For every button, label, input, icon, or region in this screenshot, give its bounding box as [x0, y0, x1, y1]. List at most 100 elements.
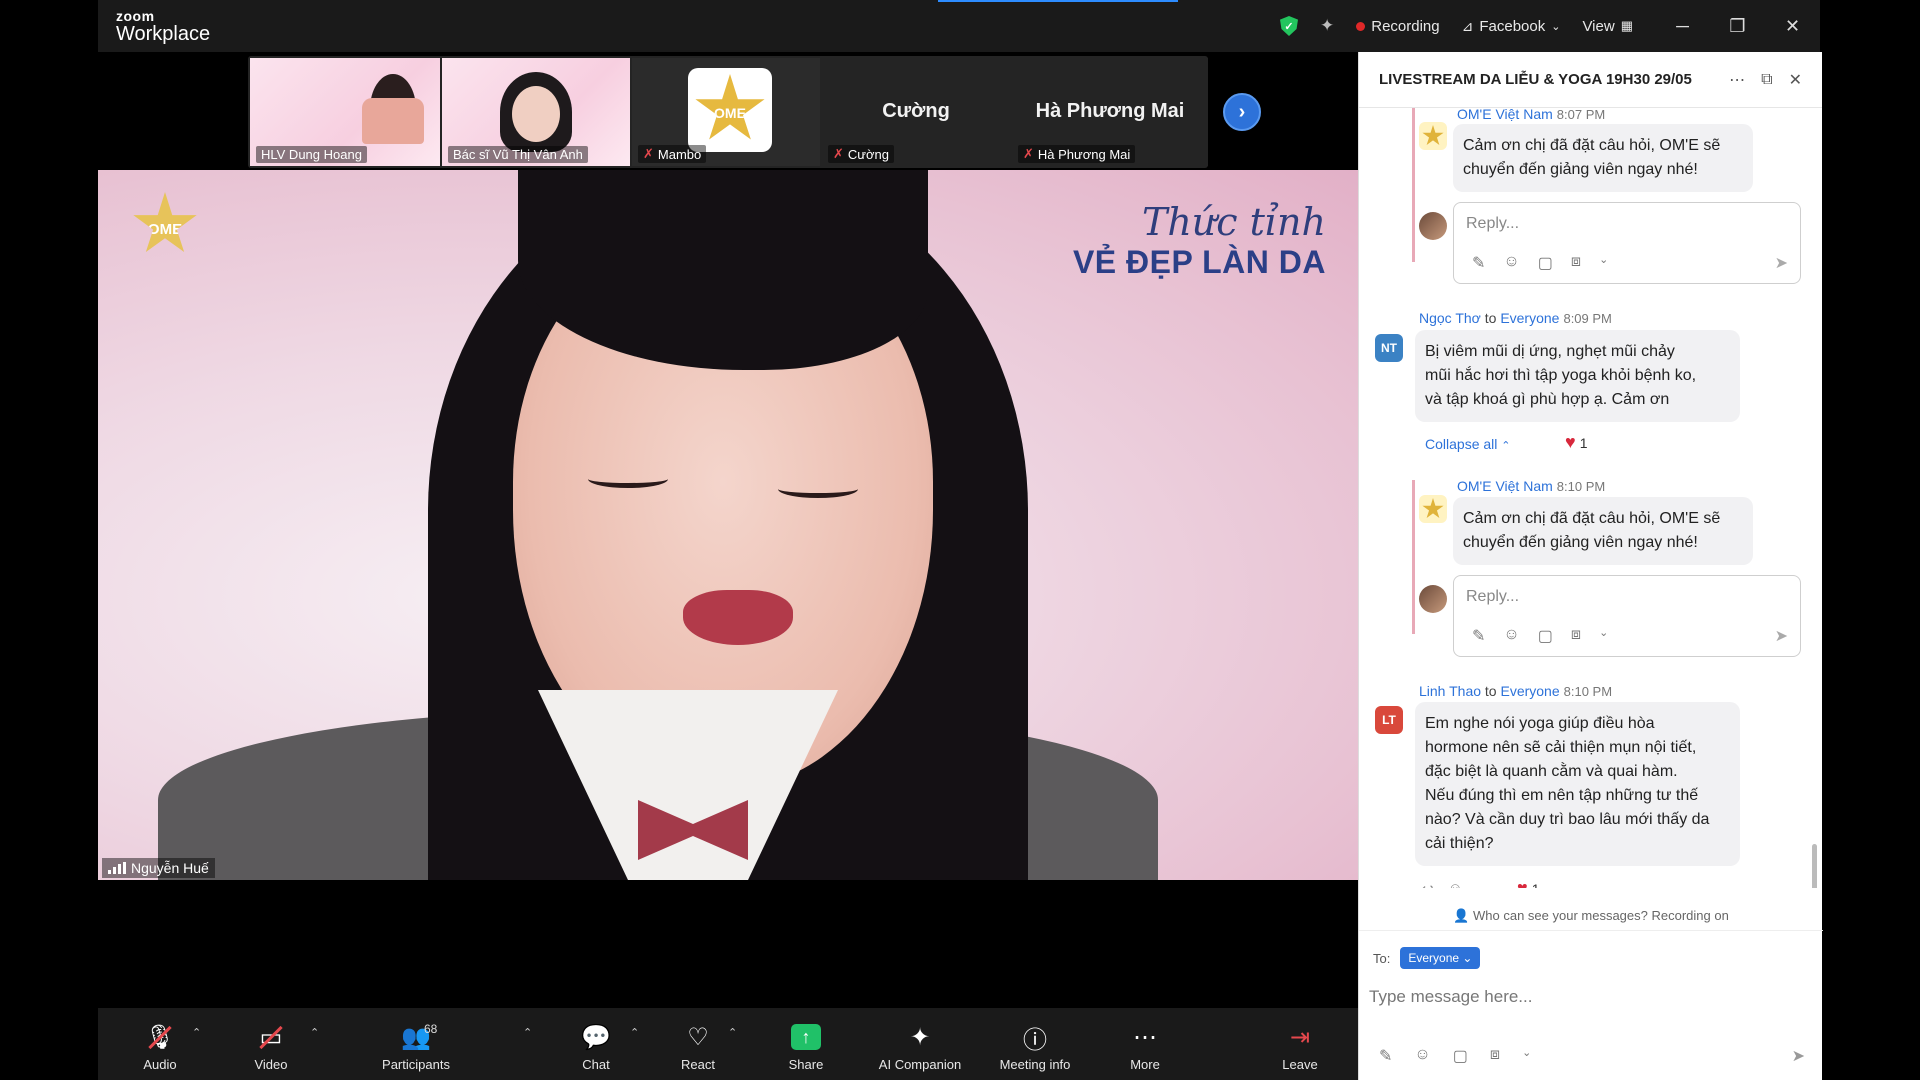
chevron-down-icon[interactable]: ⌄ [1522, 1046, 1531, 1066]
speaker-name-tag: Nguyễn Huế [102, 858, 215, 878]
share-button[interactable]: ↑ Share [756, 1020, 856, 1072]
participant-tile[interactable]: Hà Phương Mai ✗ Hà Phương Mai [1012, 58, 1208, 166]
chevron-down-icon: ⌄ [1551, 20, 1561, 33]
scrollbar-thumb[interactable] [1812, 844, 1817, 888]
record-dot-icon [1356, 21, 1366, 31]
format-icon[interactable]: ✎ [1379, 1046, 1392, 1066]
send-icon[interactable]: ➤ [1775, 626, 1788, 646]
message-bubble[interactable]: Bị viêm mũi dị ứng, nghẹt mũi chảy mũi h… [1415, 330, 1740, 422]
next-page-button[interactable]: › [1223, 93, 1261, 131]
pop-out-icon[interactable]: ⧉ [1761, 71, 1772, 89]
minimize-icon: ─ [1676, 15, 1689, 36]
message-actions: ↩ ☺ ⋯ [1421, 880, 1492, 888]
minimize-button[interactable]: ─ [1655, 0, 1710, 52]
avatar[interactable] [1419, 122, 1447, 150]
ai-companion-button[interactable]: ✦ AI Companion [870, 1020, 970, 1073]
recipient-name[interactable]: Everyone [1500, 310, 1559, 326]
close-icon[interactable]: ✕ [1789, 70, 1802, 90]
emoji-icon[interactable]: ☺ [1503, 626, 1519, 646]
reaction-heart[interactable]: ♥1 [1517, 878, 1539, 888]
message-bubble[interactable]: Cảm ơn chị đã đặt câu hỏi, OM'E sẽ chuyể… [1453, 124, 1753, 192]
more-button[interactable]: ⋯ More [1095, 1020, 1195, 1073]
chevron-down-icon[interactable]: ⌄ [1599, 253, 1608, 273]
people-icon: 👤 [1453, 908, 1470, 923]
view-menu[interactable]: View ▦ [1582, 18, 1633, 35]
react-options-caret[interactable]: ⌃ [728, 1026, 737, 1039]
chevron-down-icon[interactable]: ⌄ [1599, 626, 1608, 646]
recipient-name[interactable]: Everyone [1500, 683, 1559, 699]
screenshot-icon[interactable]: ⧈ [1490, 1046, 1500, 1066]
participants-button[interactable]: 👥 68 Participants [366, 1020, 466, 1072]
sender-name[interactable]: OM'E Việt Nam [1457, 108, 1553, 122]
message-list: OM'E Việt Nam 8:07 PM Cảm ơn chị đã đặt c… [1359, 108, 1823, 888]
mic-muted-icon: ✗ [1023, 146, 1034, 161]
message-input[interactable]: Type message here... [1369, 987, 1532, 1007]
message-bubble[interactable]: Cảm ơn chị đã đặt câu hỏi, OM'E sẽ chuyể… [1453, 497, 1753, 565]
screenshot-icon[interactable]: ⧈ [1571, 626, 1581, 646]
mic-muted-icon: ✗ [833, 146, 844, 161]
meeting-info-button[interactable]: ⓘ Meeting info [985, 1020, 1085, 1073]
recipient-dropdown[interactable]: Everyone ⌄ [1400, 947, 1481, 969]
sender-name[interactable]: Linh Thao [1419, 683, 1481, 699]
reply-icon[interactable]: ↩ [1421, 880, 1434, 888]
visibility-note[interactable]: 👤 Who can see your messages? Recording o… [1359, 908, 1823, 924]
reply-input[interactable]: Reply... ✎ ☺ ▢ ⧈ ⌄ ➤ [1453, 575, 1801, 657]
leave-button[interactable]: ⇥ Leave [1250, 1020, 1350, 1073]
recording-status[interactable]: Recording [1356, 17, 1440, 35]
emoji-icon[interactable]: ☺ [1503, 253, 1519, 273]
close-window-button[interactable]: ✕ [1765, 0, 1820, 52]
participant-name: ✗ Cường [828, 145, 894, 163]
participants-options-caret[interactable]: ⌃ [523, 1026, 532, 1039]
avatar[interactable]: NT [1375, 334, 1403, 362]
chat-options-caret[interactable]: ⌃ [630, 1026, 639, 1039]
participant-tile[interactable]: OME ✗ Mambo [632, 58, 820, 166]
chevron-right-icon: › [1238, 100, 1246, 123]
sender-name[interactable]: Ngọc Thơ [1419, 310, 1481, 326]
participant-strip: HLV Dung Hoang Bác sĩ Vũ Thị Vân Anh OME… [248, 56, 1261, 168]
audio-options-caret[interactable]: ⌃ [192, 1026, 201, 1039]
file-icon[interactable]: ▢ [1538, 626, 1553, 646]
screenshot-icon[interactable]: ⧈ [1571, 253, 1581, 273]
recording-label: Recording [1371, 17, 1440, 35]
message-bubble[interactable]: Em nghe nói yoga giúp điều hòa hormone n… [1415, 702, 1740, 866]
sender-name[interactable]: OM'E Việt Nam [1457, 478, 1553, 494]
ai-sparkle[interactable]: ✦ [1320, 16, 1334, 36]
participant-name: ✗ Hà Phương Mai [1018, 145, 1136, 163]
participant-tile[interactable]: Bác sĩ Vũ Thị Vân Anh [442, 58, 630, 166]
ome-logo: OME [133, 192, 197, 253]
reaction-heart[interactable]: ♥1 [1565, 432, 1587, 453]
send-icon[interactable]: ➤ [1775, 253, 1788, 273]
participant-tile[interactable]: Cường ✗ Cường [822, 58, 1010, 166]
participant-tile[interactable]: HLV Dung Hoang [250, 58, 440, 166]
more-options-icon[interactable]: ⋯ [1729, 70, 1745, 90]
title-bar: zoom Workplace ✓ ✦ Recording ⊿ Facebook … [98, 0, 1820, 52]
file-icon[interactable]: ▢ [1453, 1046, 1468, 1066]
emoji-icon[interactable]: ☺ [1414, 1046, 1430, 1066]
send-icon[interactable]: ➤ [1792, 1046, 1805, 1066]
video-options-caret[interactable]: ⌃ [310, 1026, 319, 1039]
more-icon[interactable]: ⋯ [1477, 880, 1492, 888]
restore-icon: ❐ [1729, 15, 1746, 36]
security-shield[interactable]: ✓ [1280, 16, 1298, 36]
message-header: OM'E Việt Nam 8:10 PM [1457, 478, 1606, 494]
avatar [1419, 212, 1447, 240]
file-icon[interactable]: ▢ [1538, 253, 1553, 273]
message-header: OM'E Việt Nam 8:07 PM [1457, 108, 1605, 122]
active-speaker-video[interactable]: OME Thức tỉnh VẺ ĐẸP LÀN DA Nguyễn Huế [98, 170, 1358, 880]
participant-display-name: Hà Phương Mai [1035, 100, 1185, 122]
video-button[interactable]: ▭ Video [221, 1020, 321, 1073]
participant-display-name: Cường [882, 100, 950, 122]
avatar[interactable] [1419, 495, 1447, 523]
restore-button[interactable]: ❐ [1710, 0, 1765, 52]
shield-icon: ✓ [1280, 16, 1298, 36]
info-icon: ⓘ [1023, 1026, 1047, 1054]
heart-icon: ♥ [1565, 432, 1576, 452]
format-icon[interactable]: ✎ [1472, 253, 1485, 273]
avatar[interactable]: LT [1375, 706, 1403, 734]
add-reaction-icon[interactable]: ☺ [1448, 880, 1463, 888]
collapse-all-link[interactable]: Collapse all ⌃ [1425, 436, 1510, 452]
livestream-status[interactable]: ⊿ Facebook ⌄ [1462, 18, 1561, 35]
ome-logo: OME [688, 68, 772, 152]
reply-input[interactable]: Reply... ✎ ☺ ▢ ⧈ ⌄ ➤ [1453, 202, 1801, 284]
format-icon[interactable]: ✎ [1472, 626, 1485, 646]
